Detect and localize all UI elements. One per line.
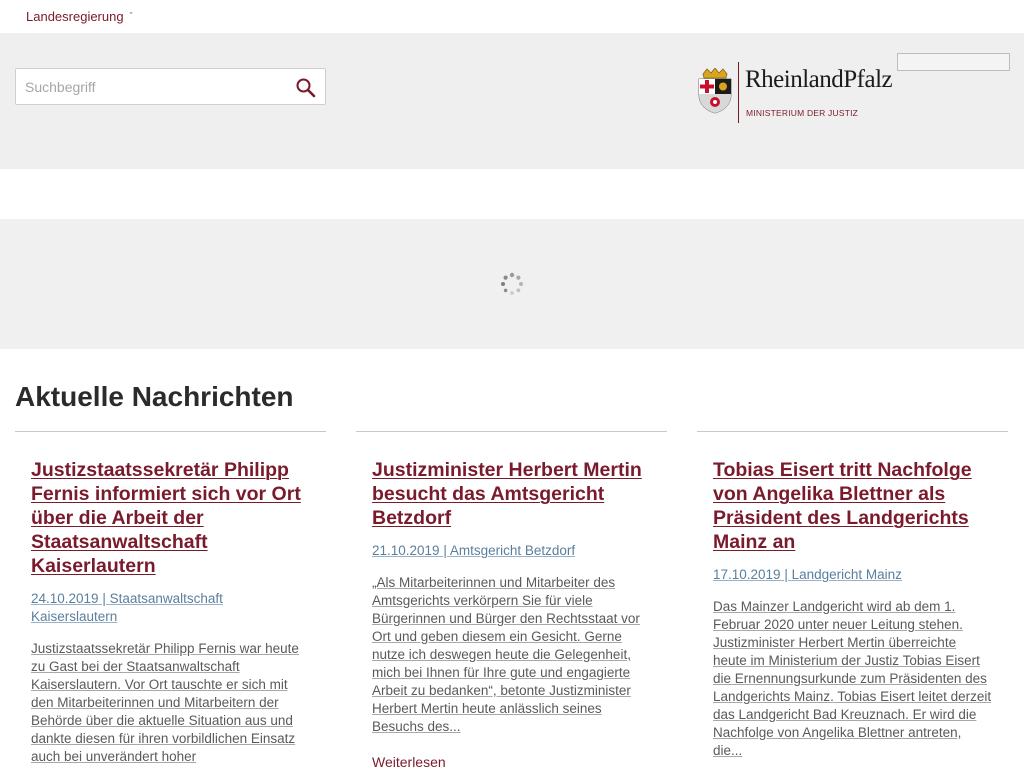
rlp-justice-logo[interactable]: RheinlandPfalz MINISTERIUM DER JUSTIZ bbox=[697, 62, 893, 124]
landesregierung-menu[interactable]: Landesregierung ˇ bbox=[26, 9, 133, 24]
news-date[interactable]: 17.10.2019 bbox=[713, 567, 781, 582]
header: RheinlandPfalz MINISTERIUM DER JUSTIZ bbox=[0, 33, 1024, 169]
loading-spinner-icon bbox=[501, 272, 523, 295]
news-source-link[interactable]: Amtsgericht Betzdorf bbox=[450, 543, 575, 558]
landesregierung-label: Landesregierung bbox=[26, 9, 124, 24]
search-input[interactable] bbox=[25, 69, 285, 104]
news-meta: 17.10.2019 | Landgericht Mainz bbox=[713, 566, 992, 584]
news-card: Tobias Eisert tritt Nachfolge von Angeli… bbox=[697, 431, 1008, 760]
news-source-link[interactable]: Landgericht Mainz bbox=[792, 567, 902, 582]
news-meta-separator: | bbox=[439, 543, 450, 558]
news-date[interactable]: 21.10.2019 bbox=[372, 543, 440, 558]
chevron-down-icon: ˇ bbox=[129, 10, 133, 21]
news-title-link[interactable]: Justizstaatssekretär Philipp Fernis info… bbox=[31, 458, 310, 578]
language-select[interactable] bbox=[897, 53, 1010, 71]
news-teaser[interactable]: „Als Mitarbeiterinnen und Mitarbeiter de… bbox=[372, 574, 651, 736]
news-meta-separator: | bbox=[780, 567, 792, 582]
news-card: Justizstaatssekretär Philipp Fernis info… bbox=[15, 431, 326, 766]
news-title-link[interactable]: Tobias Eisert tritt Nachfolge von Angeli… bbox=[713, 458, 992, 554]
news-meta: 21.10.2019 | Amtsgericht Betzdorf bbox=[372, 542, 651, 560]
teaser-slider bbox=[0, 219, 1024, 349]
read-more-link[interactable]: Weiterlesen bbox=[372, 753, 651, 768]
logo-title: RheinlandPfalz bbox=[745, 66, 893, 93]
search-icon[interactable] bbox=[295, 77, 317, 99]
news-heading: Aktuelle Nachrichten bbox=[15, 381, 294, 412]
coat-of-arms-icon bbox=[698, 68, 732, 114]
logo-subtitle: MINISTERIUM DER JUSTIZ bbox=[746, 108, 859, 118]
top-bar: Landesregierung ˇ bbox=[0, 0, 1024, 33]
news-teaser[interactable]: Justizstaatssekretär Philipp Fernis war … bbox=[31, 640, 310, 766]
main-navigation bbox=[0, 169, 1024, 219]
news-teaser[interactable]: Das Mainzer Landgericht wird ab dem 1. F… bbox=[713, 598, 992, 760]
news-date[interactable]: 24.10.2019 bbox=[31, 591, 99, 606]
news-card: Justizminister Herbert Mertin besucht da… bbox=[356, 431, 667, 768]
search-box bbox=[15, 68, 326, 105]
news-meta: 24.10.2019 | Staatsanwaltschaft Kaisersl… bbox=[31, 590, 310, 626]
logo-divider bbox=[738, 62, 739, 123]
news-meta-separator: | bbox=[98, 591, 110, 606]
news-title-link[interactable]: Justizminister Herbert Mertin besucht da… bbox=[372, 458, 651, 530]
